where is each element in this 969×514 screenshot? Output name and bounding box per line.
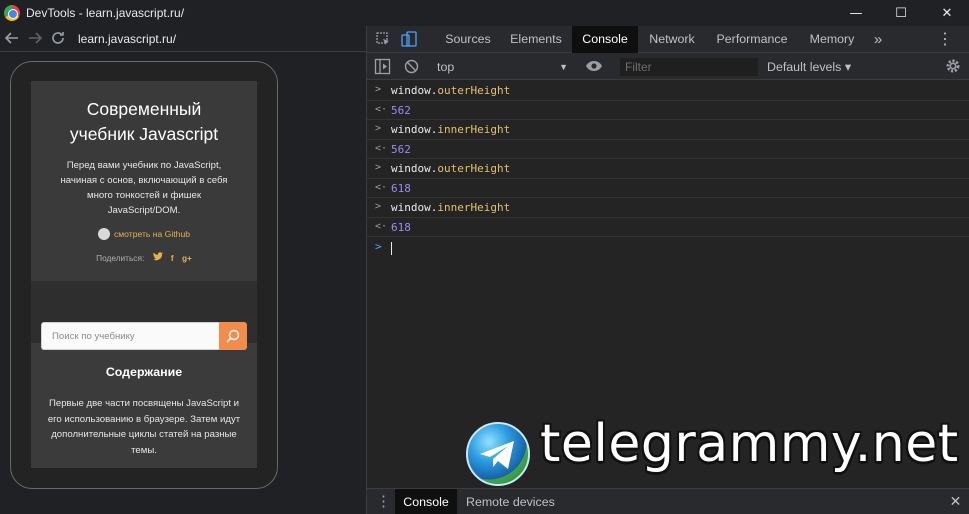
github-link-label: смотреть на Github — [113, 229, 191, 239]
console-command: window. — [391, 123, 438, 136]
console-command: window. — [391, 162, 438, 175]
inspect-element-icon[interactable] — [375, 31, 392, 48]
devtools-tab-bar: Sources Elements Console Network Perform… — [367, 26, 969, 53]
contents-line: Первые две части посвящены JavaScript и — [48, 398, 239, 409]
intro-line: начиная с основ, включающий в себя — [60, 175, 228, 186]
input-prompt-icon: > — [375, 201, 382, 212]
text-cursor — [391, 242, 392, 255]
site-intro: Перед вами учебник по JavaScript, начина… — [41, 158, 247, 218]
tab-sources[interactable]: Sources — [435, 26, 501, 53]
watermark: telegrammy.net — [464, 414, 958, 496]
page-viewport: learn.javascript.ru/ Современный учебник… — [0, 26, 366, 514]
address-bar[interactable]: learn.javascript.ru/ — [78, 32, 176, 46]
google-plus-icon[interactable]: g+ — [182, 253, 192, 263]
facebook-icon[interactable]: f — [171, 253, 174, 263]
site-page: Современный учебник Javascript Перед вам… — [31, 81, 257, 468]
telegram-globe-logo — [466, 422, 530, 486]
minimize-button[interactable]: — — [841, 3, 871, 23]
result-arrow-icon: <· — [375, 181, 388, 193]
devtools-menu-button[interactable]: ⋮ — [935, 26, 955, 53]
window-title: DevTools - learn.javascript.ru/ — [26, 6, 185, 20]
console-property: outerHeight — [437, 162, 511, 175]
filter-input[interactable]: Filter — [619, 57, 759, 77]
console-input-line: > window.outerHeight — [367, 159, 969, 179]
search-button[interactable] — [219, 322, 247, 350]
console-prompt-input[interactable]: > — [367, 237, 969, 259]
result-arrow-icon: <· — [375, 220, 388, 232]
show-sidebar-icon[interactable] — [374, 58, 391, 75]
more-tabs-button[interactable]: » — [867, 26, 889, 53]
contents-line: его использованию в браузере. Затем идут — [47, 413, 241, 425]
contents-title: Содержание — [105, 365, 183, 379]
input-prompt-icon: > — [375, 84, 382, 95]
console-command: window. — [391, 84, 438, 97]
result-arrow-icon: <· — [375, 103, 388, 115]
input-prompt-icon: > — [375, 123, 382, 134]
title-bar: DevTools - learn.javascript.ru/ — ☐ ✕ — [0, 0, 969, 26]
console-result: 562 — [391, 142, 411, 156]
console-command: window. — [391, 201, 438, 214]
site-title-line: учебник Javascript — [69, 124, 219, 144]
console-result-line: <· 618 — [367, 218, 969, 237]
dropdown-caret-icon: ▼ — [559, 62, 568, 72]
reload-icon[interactable] — [49, 30, 67, 48]
gear-icon[interactable] — [945, 58, 962, 75]
intro-line: JavaScript/DOM. — [107, 205, 181, 216]
maximize-button[interactable]: ☐ — [886, 3, 916, 23]
active-prompt-icon: > — [375, 240, 382, 253]
back-arrow-icon[interactable] — [3, 30, 21, 48]
device-toolbar-icon[interactable] — [401, 31, 418, 48]
contents-line: дополнительные циклы статей на разные — [51, 429, 237, 440]
github-link[interactable]: смотреть на Github — [31, 228, 257, 240]
clear-console-icon[interactable] — [403, 58, 420, 75]
log-levels-select[interactable]: Default levels ▾ — [767, 58, 851, 76]
github-icon — [97, 228, 110, 240]
search-icon — [226, 329, 240, 343]
intro-line: много тонкостей и фишек — [86, 190, 202, 201]
console-property: outerHeight — [437, 84, 511, 97]
twitter-icon[interactable] — [152, 252, 165, 263]
close-window-button[interactable]: ✕ — [932, 3, 962, 23]
hero-section: Современный учебник Javascript Перед вам… — [31, 81, 257, 281]
watermark-text: telegrammy.net — [540, 414, 959, 474]
browser-nav-bar: learn.javascript.ru/ — [0, 26, 366, 52]
console-property: innerHeight — [437, 123, 511, 136]
result-arrow-icon: <· — [375, 142, 388, 154]
console-toolbar: top ▼ Filter Default levels ▾ — [367, 53, 969, 80]
share-row: Поделиться: f g+ — [31, 252, 257, 263]
console-result: 618 — [391, 220, 411, 234]
drawer-tab-console[interactable]: Console — [395, 489, 457, 514]
tab-console[interactable]: Console — [572, 26, 638, 53]
contents-text: Первые две части посвящены JavaScript и … — [39, 396, 249, 458]
contents-section: Содержание Первые две части посвящены Ja… — [31, 363, 257, 468]
context-value: top — [437, 60, 455, 74]
tab-elements[interactable]: Elements — [501, 26, 571, 53]
site-title: Современный учебник Javascript — [31, 97, 257, 147]
search-input[interactable]: Поиск по учебнику — [41, 322, 219, 350]
console-input-line: > window.innerHeight — [367, 120, 969, 140]
console-input-line: > window.innerHeight — [367, 198, 969, 218]
console-result: 562 — [391, 103, 411, 117]
forward-arrow-icon[interactable] — [26, 30, 44, 48]
input-prompt-icon: > — [375, 162, 382, 173]
chrome-logo-icon — [4, 5, 20, 21]
share-label: Поделиться: — [96, 253, 145, 263]
console-result: 618 — [391, 181, 411, 195]
contents-line: темы. — [131, 444, 157, 456]
eye-icon[interactable] — [585, 59, 602, 76]
drawer-menu-icon[interactable]: ⋮ — [375, 494, 392, 511]
console-result-line: <· 562 — [367, 101, 969, 120]
console-property: innerHeight — [437, 201, 511, 214]
intro-line: Перед вами учебник по JavaScript, — [66, 160, 222, 171]
site-title-line: Современный — [86, 99, 202, 119]
console-input-line: > window.outerHeight — [367, 81, 969, 101]
tab-network[interactable]: Network — [638, 26, 706, 53]
console-result-line: <· 562 — [367, 140, 969, 159]
tab-memory[interactable]: Memory — [800, 26, 864, 53]
console-result-line: <· 618 — [367, 179, 969, 198]
tab-performance[interactable]: Performance — [708, 26, 796, 53]
context-select[interactable]: top ▼ — [437, 58, 571, 76]
